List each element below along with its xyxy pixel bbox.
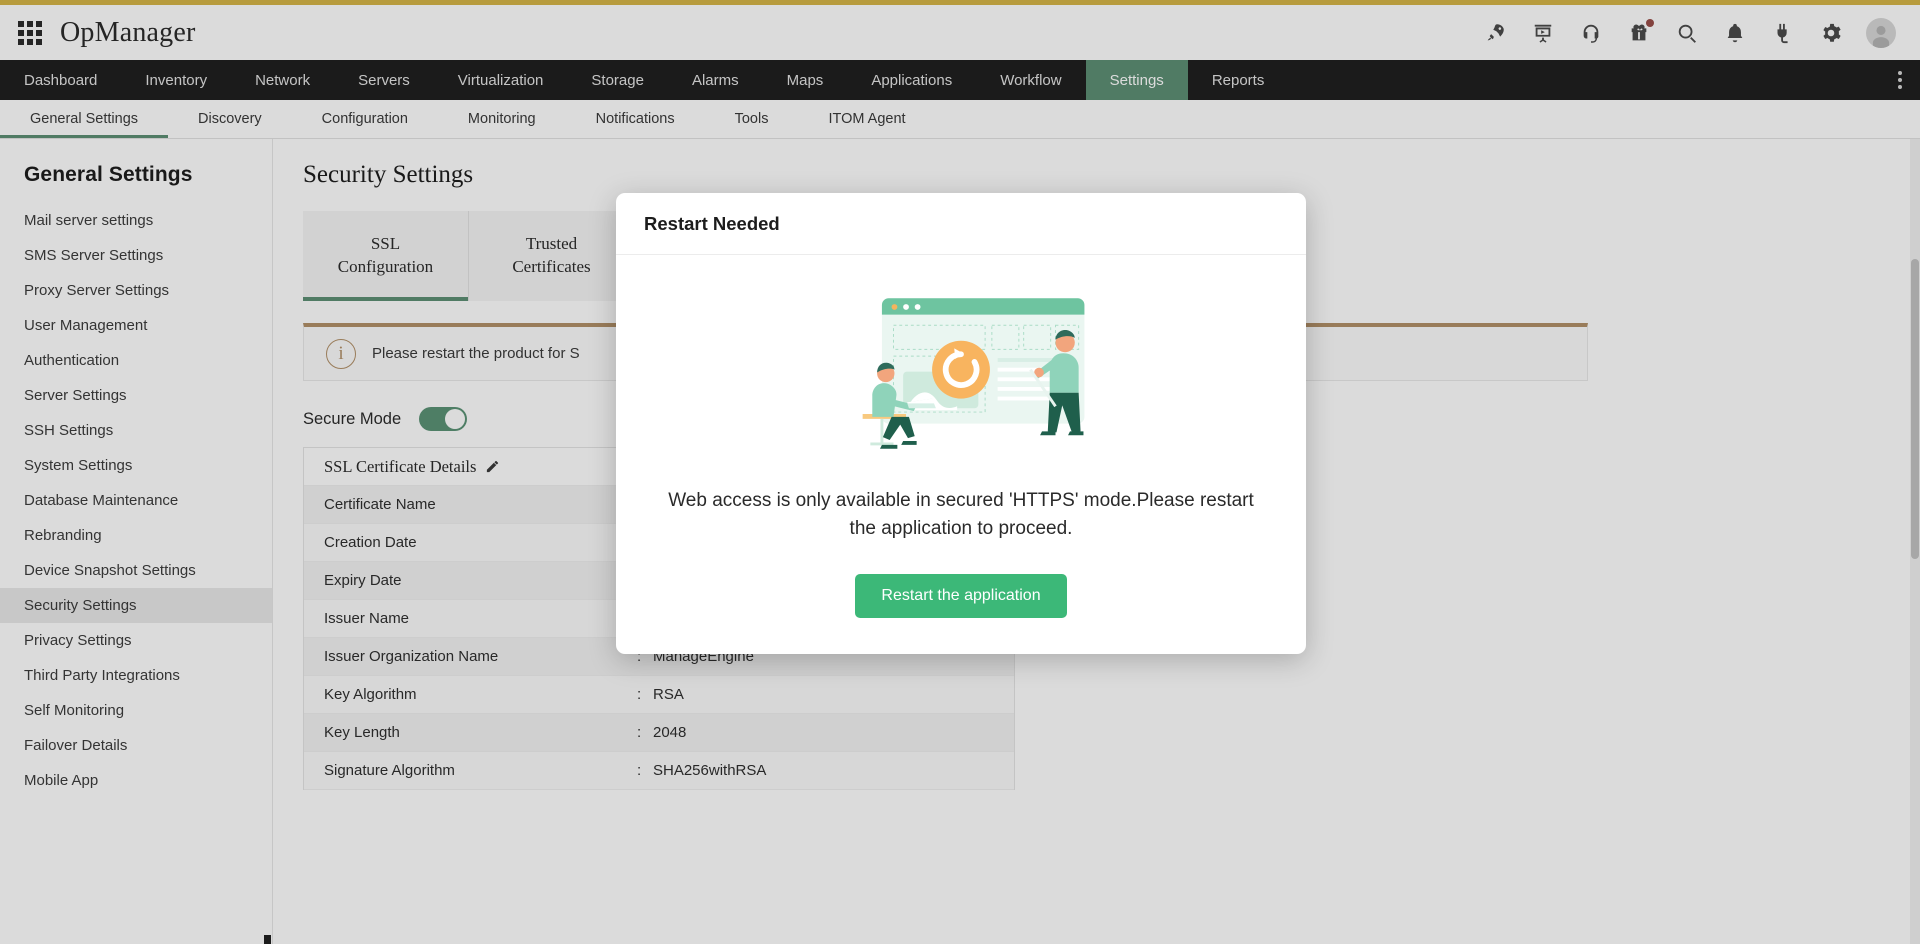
modal-title: Restart Needed (644, 213, 780, 235)
restart-illustration (656, 273, 1266, 473)
modal-body: Web access is only available in secured … (616, 255, 1306, 654)
modal-header: Restart Needed (616, 193, 1306, 255)
restart-application-button[interactable]: Restart the application (855, 574, 1066, 618)
modal-overlay: Restart Needed (0, 0, 1920, 944)
modal-message: Web access is only available in secured … (656, 487, 1266, 542)
restart-needed-dialog: Restart Needed (616, 193, 1306, 654)
